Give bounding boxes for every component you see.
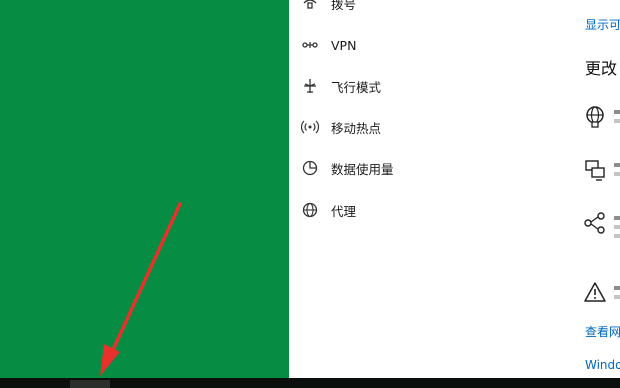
option-text-stub [614,216,620,220]
nav-label-vpn: VPN [331,37,357,53]
nav-label-airplane-mode: 飞行模式 [331,79,382,95]
windows-firewall-link[interactable]: Windo [585,358,620,372]
nav-label-data-usage: 数据使用量 [331,161,394,177]
option-text-stub [614,286,620,290]
option-subtext-stub [614,172,620,176]
nav-label-mobile-hotspot: 移动热点 [331,120,382,136]
nav-label-proxy: 代理 [331,203,357,219]
navigation-pane: 拨号 VPN 飞行模式 移动热点 数据使用量 代理 [289,0,567,378]
option-text-stub [614,163,620,167]
taskbar [0,378,620,388]
nav-label-dial-up: 拨号 [331,0,357,12]
nav-item-vpn[interactable]: VPN [289,30,567,60]
settings-window: 拨号 VPN 飞行模式 移动热点 数据使用量 代理 显示可 更改 查看网 Win… [289,0,620,378]
option-subtext-stub [614,119,620,123]
dial-up-icon [300,0,320,13]
vpn-icon [300,35,320,55]
show-available-networks-link[interactable]: 显示可 [585,16,620,33]
sharing-center-icon[interactable] [583,157,609,183]
network-adapter-icon[interactable] [583,104,609,130]
view-network-properties-link[interactable]: 查看网 [585,323,620,340]
taskbar-button[interactable] [70,380,110,388]
troubleshoot-warning-icon[interactable] [583,280,609,306]
nav-item-mobile-hotspot[interactable]: 移动热点 [289,112,567,142]
nav-item-data-usage[interactable]: 数据使用量 [289,153,567,183]
option-subtext-stub [614,234,620,238]
data-usage-icon [300,158,320,178]
airplane-icon [300,76,320,96]
option-text-stub [614,110,620,114]
hotspot-icon [300,117,320,137]
homegroup-icon[interactable] [583,210,609,236]
option-subtext-stub [614,295,620,299]
change-settings-heading: 更改 [585,59,618,78]
nav-item-proxy[interactable]: 代理 [289,195,567,225]
option-subtext-stub [614,225,620,229]
content-pane: 显示可 更改 查看网 Windo [577,0,620,378]
nav-item-dial-up[interactable]: 拨号 [289,0,567,18]
globe-icon [300,200,320,220]
nav-item-airplane-mode[interactable]: 飞行模式 [289,71,567,101]
